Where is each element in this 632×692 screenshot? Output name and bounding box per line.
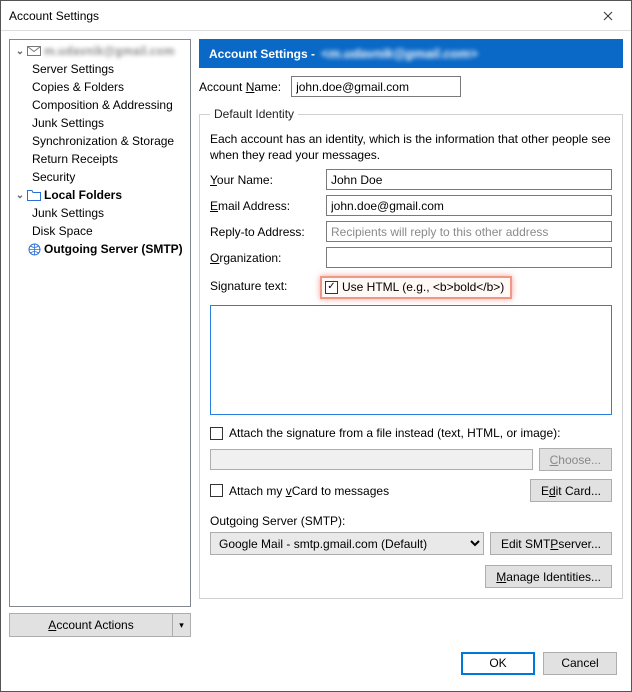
attach-vcard-checkbox[interactable] <box>210 484 223 497</box>
tree-item-junk-settings[interactable]: Junk Settings <box>10 114 190 132</box>
account-settings-window: Account Settings ⌄ m.udavnik@gmail.com S… <box>0 0 632 692</box>
smtp-server-select[interactable]: Google Mail - smtp.gmail.com (Default) <box>210 532 484 555</box>
attach-vcard-label[interactable]: Attach my vCard to messages <box>229 484 389 498</box>
content-header-account: <m.udavnik@gmail.com> <box>321 46 477 61</box>
attach-signature-file-checkbox[interactable] <box>210 427 223 440</box>
identity-description: Each account has an identity, which is t… <box>210 131 612 163</box>
globe-icon <box>26 243 42 256</box>
tree-account-root[interactable]: ⌄ m.udavnik@gmail.com <box>10 42 190 60</box>
manage-identities-button[interactable]: Manage Identities... <box>485 565 612 588</box>
your-name-label: Your Name: <box>210 173 320 187</box>
dialog-footer: OK Cancel <box>1 645 631 691</box>
account-name-label: Account Name: <box>199 80 281 94</box>
use-html-label[interactable]: Use HTML (e.g., <b>bold</b>) <box>342 280 504 294</box>
account-actions-label: Account Actions <box>48 618 133 632</box>
chevron-down-icon[interactable]: ⌄ <box>14 46 26 57</box>
content-pane: Account Settings - <m.udavnik@gmail.com>… <box>199 39 623 637</box>
your-name-input[interactable] <box>326 169 612 190</box>
signature-text-label: Signature text: <box>210 276 320 293</box>
signature-file-path-field <box>210 449 533 470</box>
signature-textarea[interactable] <box>210 305 612 415</box>
close-icon <box>603 11 613 21</box>
account-name-input[interactable] <box>291 76 461 97</box>
titlebar: Account Settings <box>1 1 631 31</box>
default-identity-group: Default Identity Each account has an ide… <box>199 107 623 599</box>
smtp-label: Outgoing Server (SMTP): <box>210 514 345 528</box>
organization-input[interactable] <box>326 247 612 268</box>
edit-smtp-server-button[interactable]: Edit SMTP server... <box>490 532 612 555</box>
email-input[interactable] <box>326 195 612 216</box>
tree-item-security[interactable]: Security <box>10 168 190 186</box>
sidebar: ⌄ m.udavnik@gmail.com Server Settings Co… <box>9 39 191 637</box>
default-identity-legend: Default Identity <box>210 107 298 121</box>
content-header-title: Account Settings - <box>209 47 315 61</box>
tree-outgoing-label: Outgoing Server (SMTP) <box>44 242 183 256</box>
reply-to-label: Reply-to Address: <box>210 225 320 239</box>
cancel-button[interactable]: Cancel <box>543 652 617 675</box>
ok-button[interactable]: OK <box>461 652 535 675</box>
use-html-checkbox[interactable]: ✓ <box>325 281 338 294</box>
accounts-tree[interactable]: ⌄ m.udavnik@gmail.com Server Settings Co… <box>9 39 191 607</box>
tree-item-local-diskspace[interactable]: Disk Space <box>10 222 190 240</box>
tree-item-local-junk[interactable]: Junk Settings <box>10 204 190 222</box>
mail-icon <box>26 46 42 56</box>
organization-label: Organization: <box>210 251 320 265</box>
edit-card-button[interactable]: Edit Card... <box>530 479 612 502</box>
use-html-highlight: ✓ Use HTML (e.g., <b>bold</b>) <box>320 276 512 299</box>
chevron-down-icon[interactable]: ⌄ <box>14 190 26 201</box>
reply-to-input[interactable] <box>326 221 612 242</box>
tree-item-server-settings[interactable]: Server Settings <box>10 60 190 78</box>
content-header: Account Settings - <m.udavnik@gmail.com> <box>199 39 623 68</box>
tree-outgoing-server[interactable]: ⌄ Outgoing Server (SMTP) <box>10 240 190 258</box>
tree-item-sync-storage[interactable]: Synchronization & Storage <box>10 132 190 150</box>
email-label: Email Address: <box>210 199 320 213</box>
window-title: Account Settings <box>9 9 585 23</box>
attach-signature-file-label[interactable]: Attach the signature from a file instead… <box>229 426 560 440</box>
tree-item-copies-folders[interactable]: Copies & Folders <box>10 78 190 96</box>
tree-local-folders[interactable]: ⌄ Local Folders <box>10 186 190 204</box>
account-actions-button[interactable]: Account Actions ▾ <box>9 613 191 637</box>
folder-icon <box>26 190 42 201</box>
tree-item-composition-addressing[interactable]: Composition & Addressing <box>10 96 190 114</box>
tree-item-return-receipts[interactable]: Return Receipts <box>10 150 190 168</box>
window-close-button[interactable] <box>585 1 631 31</box>
dropdown-arrow-icon[interactable]: ▾ <box>173 613 191 637</box>
tree-local-folders-label: Local Folders <box>44 188 122 202</box>
choose-file-button[interactable]: Choose... <box>539 448 612 471</box>
tree-account-label: m.udavnik@gmail.com <box>44 44 174 58</box>
